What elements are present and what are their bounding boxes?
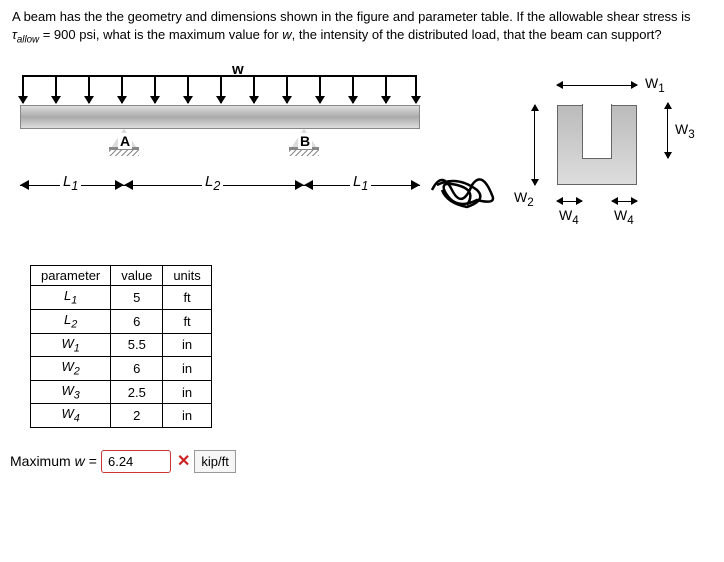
- header-parameter: parameter: [31, 266, 111, 286]
- figure: w A B L1 L2 L1: [12, 65, 712, 245]
- table-row: W42in: [31, 404, 212, 428]
- support-label-a: A: [118, 133, 132, 149]
- problem-text-1: A beam has the the geometry and dimensio…: [12, 9, 691, 24]
- table-row: W32.5in: [31, 380, 212, 404]
- cross-section: W1 W2 W3 W4 W4: [512, 75, 712, 225]
- answer-row: Maximum w = ✕ kip/ft: [10, 450, 714, 473]
- answer-equals: =: [89, 453, 97, 469]
- tau-value: = 900 psi, what is the maximum value for: [43, 27, 283, 42]
- table-row: L26ft: [31, 310, 212, 334]
- scribble-mark: [427, 165, 507, 215]
- parameter-table: parameter value units L15ftL26ftW15.5inW…: [30, 265, 212, 428]
- table-row: L15ft: [31, 286, 212, 310]
- table-row: W26in: [31, 357, 212, 381]
- answer-units: kip/ft: [194, 450, 235, 473]
- incorrect-icon: ✕: [177, 451, 190, 471]
- support-label-b: B: [298, 133, 312, 149]
- w-variable: w: [282, 27, 291, 42]
- table-header-row: parameter value units: [31, 266, 212, 286]
- table-row: W15.5in: [31, 333, 212, 357]
- answer-input[interactable]: [101, 450, 171, 473]
- beam: [20, 105, 420, 129]
- answer-variable: w: [75, 453, 85, 469]
- cross-section-shape: [557, 105, 637, 185]
- header-units: units: [163, 266, 211, 286]
- problem-text-2: , the intensity of the distributed load,…: [292, 27, 662, 42]
- header-value: value: [111, 266, 163, 286]
- answer-label-prefix: Maximum: [10, 453, 71, 469]
- problem-statement: A beam has the the geometry and dimensio…: [0, 0, 724, 55]
- tau-subscript: allow: [17, 35, 39, 46]
- distributed-load: [22, 75, 417, 105]
